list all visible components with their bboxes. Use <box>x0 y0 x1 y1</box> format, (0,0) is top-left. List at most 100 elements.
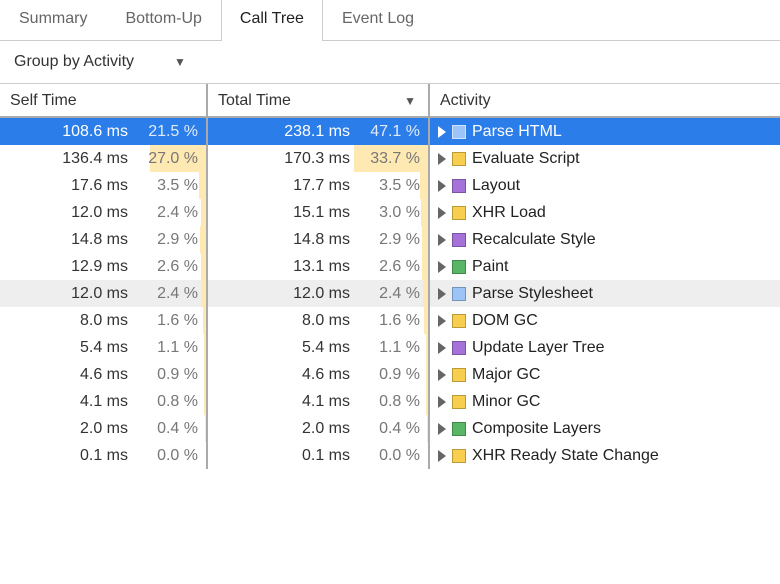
total-time-ms: 15.1 ms <box>293 204 350 222</box>
category-swatch-icon <box>452 314 466 328</box>
header-total-time[interactable]: Total Time ▼ <box>208 84 430 116</box>
cell-activity: Major GC <box>430 361 780 388</box>
expand-triangle-icon[interactable] <box>438 126 446 138</box>
total-time-pct: 2.9 % <box>379 231 420 249</box>
total-time-ms: 17.7 ms <box>293 177 350 195</box>
table-row[interactable]: 108.6 ms21.5 %238.1 ms47.1 %Parse HTML <box>0 118 780 145</box>
table-row[interactable]: 12.9 ms2.6 %13.1 ms2.6 %Paint <box>0 253 780 280</box>
total-time-pct: 0.0 % <box>379 447 420 465</box>
cell-activity: Recalculate Style <box>430 226 780 253</box>
header-activity[interactable]: Activity <box>430 84 780 116</box>
cell-total-time: 4.6 ms0.9 % <box>208 361 430 388</box>
total-time-ms: 170.3 ms <box>284 150 350 168</box>
table-row[interactable]: 17.6 ms3.5 %17.7 ms3.5 %Layout <box>0 172 780 199</box>
self-time-bar <box>201 280 206 307</box>
self-time-bar <box>201 253 206 280</box>
table-row[interactable]: 2.0 ms0.4 %2.0 ms0.4 %Composite Layers <box>0 415 780 442</box>
activity-label: Evaluate Script <box>472 150 580 168</box>
expand-triangle-icon[interactable] <box>438 315 446 327</box>
self-time-pct: 2.4 % <box>157 285 198 303</box>
total-time-pct: 1.6 % <box>379 312 420 330</box>
activity-label: Layout <box>472 177 520 195</box>
expand-triangle-icon[interactable] <box>438 396 446 408</box>
total-time-bar <box>422 226 428 253</box>
total-time-pct: 2.6 % <box>379 258 420 276</box>
tab-bottom-up[interactable]: Bottom-Up <box>106 0 220 40</box>
group-by-row[interactable]: Group by Activity ▼ <box>0 41 780 84</box>
table-row[interactable]: 4.1 ms0.8 %4.1 ms0.8 % Minor GC <box>0 388 780 415</box>
self-time-pct: 2.9 % <box>157 231 198 249</box>
activity-label: Minor GC <box>472 393 540 411</box>
table-row[interactable]: 8.0 ms1.6 %8.0 ms1.6 %DOM GC <box>0 307 780 334</box>
table-row[interactable]: 12.0 ms2.4 %12.0 ms2.4 %Parse Stylesheet <box>0 280 780 307</box>
total-time-ms: 4.6 ms <box>302 366 350 384</box>
cell-activity: Update Layer Tree <box>430 334 780 361</box>
self-time-bar <box>203 307 206 334</box>
table-row[interactable]: 12.0 ms2.4 %15.1 ms3.0 %XHR Load <box>0 199 780 226</box>
cell-self-time: 12.9 ms 2.6 % <box>0 253 208 280</box>
cell-activity: Paint <box>430 253 780 280</box>
category-swatch-icon <box>452 449 466 463</box>
category-swatch-icon <box>452 287 466 301</box>
table-row[interactable]: 14.8 ms2.9 %14.8 ms2.9 %Recalculate Styl… <box>0 226 780 253</box>
tab-summary[interactable]: Summary <box>0 0 106 40</box>
total-time-pct: 3.0 % <box>379 204 420 222</box>
category-swatch-icon <box>452 260 466 274</box>
category-swatch-icon <box>452 395 466 409</box>
total-time-ms: 12.0 ms <box>293 285 350 303</box>
cell-self-time: 14.8 ms2.9 % <box>0 226 208 253</box>
header-label: Total Time <box>218 92 291 110</box>
cell-total-time: 8.0 ms1.6 % <box>208 307 430 334</box>
self-time-pct: 2.6 % <box>157 258 198 276</box>
expand-triangle-icon[interactable] <box>438 288 446 300</box>
total-time-ms: 4.1 ms <box>302 393 350 411</box>
table-row[interactable]: 0.1 ms0.0 %0.1 ms0.0 %XHR Ready State Ch… <box>0 442 780 469</box>
sort-descending-icon: ▼ <box>404 94 416 108</box>
category-swatch-icon <box>452 179 466 193</box>
self-time-ms: 5.4 ms <box>80 339 128 357</box>
total-time-pct: 33.7 % <box>370 150 420 168</box>
total-time-bar <box>422 253 428 280</box>
expand-triangle-icon[interactable] <box>438 234 446 246</box>
self-time-ms: 12.9 ms <box>71 258 128 276</box>
self-time-ms: 108.6 ms <box>62 123 128 141</box>
total-time-bar <box>427 415 428 442</box>
cell-activity: Composite Layers <box>430 415 780 442</box>
self-time-ms: 12.0 ms <box>71 285 128 303</box>
self-time-pct: 1.6 % <box>157 312 198 330</box>
expand-triangle-icon[interactable] <box>438 153 446 165</box>
expand-triangle-icon[interactable] <box>438 261 446 273</box>
self-time-pct: 2.4 % <box>157 204 198 222</box>
expand-triangle-icon[interactable] <box>438 207 446 219</box>
expand-triangle-icon[interactable] <box>438 342 446 354</box>
cell-total-time: 2.0 ms0.4 % <box>208 415 430 442</box>
cell-total-time: 0.1 ms0.0 % <box>208 442 430 469</box>
self-time-ms: 12.0 ms <box>71 204 128 222</box>
dropdown-triangle-icon: ▼ <box>174 55 186 69</box>
expand-triangle-icon[interactable] <box>438 180 446 192</box>
expand-triangle-icon[interactable] <box>438 369 446 381</box>
cell-total-time: 4.1 ms0.8 % <box>208 388 430 415</box>
expand-triangle-icon[interactable] <box>438 450 446 462</box>
total-time-bar <box>420 172 428 199</box>
cell-self-time: 136.4 ms27.0 % <box>0 145 208 172</box>
tab-call-tree[interactable]: Call Tree <box>221 0 323 40</box>
cell-activity: Parse Stylesheet <box>430 280 780 307</box>
header-label: Self Time <box>10 92 77 110</box>
activity-label: Paint <box>472 258 508 276</box>
cell-activity: Layout <box>430 172 780 199</box>
tab-event-log[interactable]: Event Log <box>323 0 433 40</box>
expand-triangle-icon[interactable] <box>438 423 446 435</box>
cell-total-time: 17.7 ms3.5 % <box>208 172 430 199</box>
self-time-pct: 0.9 % <box>157 366 198 384</box>
table-row[interactable]: 5.4 ms1.1 %5.4 ms1.1 %Update Layer Tree <box>0 334 780 361</box>
total-time-bar <box>423 280 428 307</box>
category-swatch-icon <box>452 368 466 382</box>
self-time-ms: 17.6 ms <box>71 177 128 195</box>
cell-total-time: 5.4 ms1.1 % <box>208 334 430 361</box>
header-self-time[interactable]: Self Time <box>0 84 208 116</box>
total-time-ms: 14.8 ms <box>293 231 350 249</box>
table-row[interactable]: 136.4 ms27.0 % 170.3 ms 33.7 % Evaluate Scr… <box>0 145 780 172</box>
table-row[interactable]: 4.6 ms0.9 %4.6 ms0.9 %Major GC <box>0 361 780 388</box>
cell-self-time: 4.1 ms0.8 % <box>0 388 208 415</box>
